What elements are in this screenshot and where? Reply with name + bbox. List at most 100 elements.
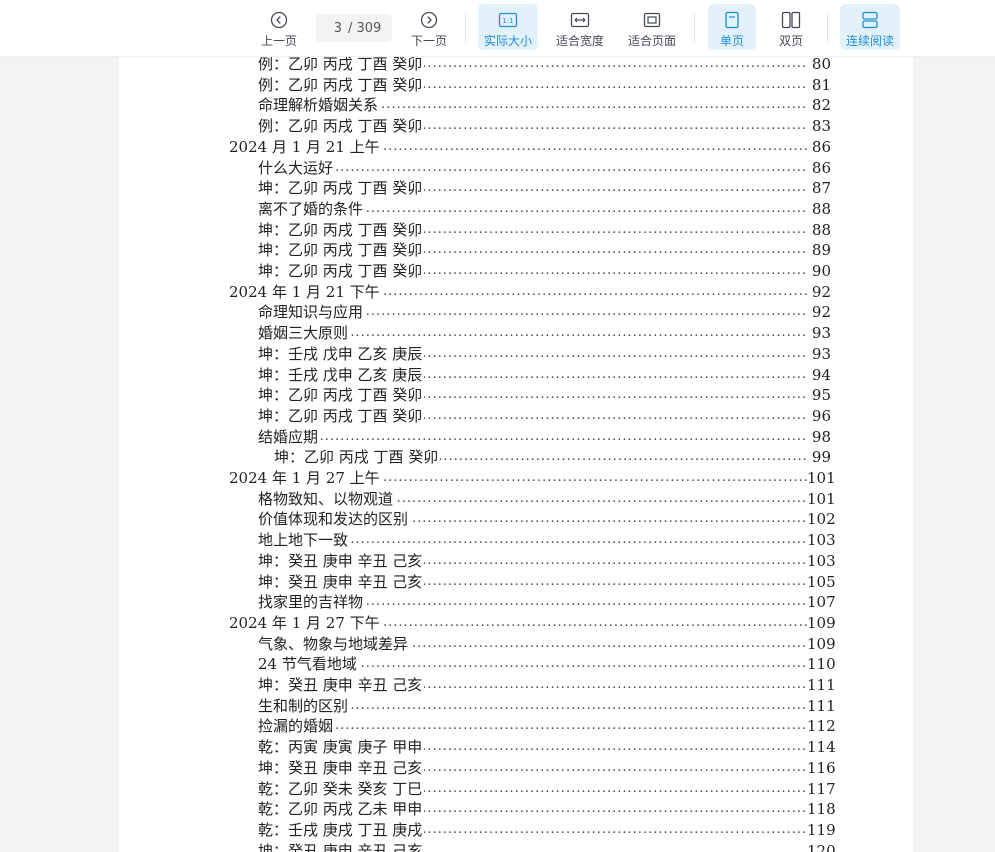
toc-entry[interactable]: ........................................… <box>258 716 836 737</box>
toc-entry-title: 坤：癸丑 庚申 辛丑 己亥 <box>258 571 425 592</box>
toc-entry[interactable]: ........................................… <box>258 799 836 820</box>
toc-entry-title: 坤：乙卯 丙戌 丁酉 癸卯 <box>258 261 425 281</box>
toc-entry-page: 110 <box>807 654 836 675</box>
toc-entry[interactable]: ........................................… <box>258 54 831 74</box>
toc-entry[interactable]: ........................................… <box>258 219 831 240</box>
toc-entry-title: 坤：乙卯 丙戌 丁酉 癸卯 <box>274 447 441 468</box>
toc-entry[interactable]: ........................................… <box>258 840 836 852</box>
toc-entry[interactable]: ........................................… <box>258 74 831 95</box>
toolbar-divider <box>694 14 695 42</box>
toc-entry[interactable]: ........................................… <box>258 737 836 758</box>
toc-entry[interactable]: ........................................… <box>258 592 836 613</box>
toc-entry-title: 什么大运好 <box>258 157 336 178</box>
toc-entry-page: 111 <box>807 695 836 716</box>
toc-entry-title: 坤：乙卯 丙戌 丁酉 癸卯 <box>258 178 425 199</box>
single-page-button[interactable]: 单页 <box>708 4 756 50</box>
toc-entry-page: 114 <box>807 737 836 758</box>
toc-entry-title: 结婚应期 <box>258 426 321 447</box>
toc-entry[interactable]: ........................................… <box>258 116 831 137</box>
toc-entry[interactable]: ........................................… <box>258 571 836 592</box>
toc-entry[interactable]: ........................................… <box>258 695 836 716</box>
fit-width-button[interactable]: 适合宽度 <box>550 4 610 50</box>
toc-entry-page: 109 <box>807 633 836 654</box>
toc-entry-title: 2024 月 1 月 21 上午 <box>229 136 382 157</box>
toc-entry[interactable]: ........................................… <box>258 343 831 364</box>
fit-page-button[interactable]: 适合页面 <box>622 4 682 50</box>
toc-entry-page: 103 <box>807 530 836 551</box>
toc-entry-page: 82 <box>807 95 831 116</box>
toc-entry[interactable]: ........................................… <box>258 530 836 551</box>
toc-entry[interactable]: ........................................… <box>258 385 831 406</box>
toc-entry[interactable]: ........................................… <box>258 323 831 344</box>
toc-leader-dots: ........................................… <box>258 718 807 734</box>
toc-entry[interactable]: ........................................… <box>274 447 831 468</box>
toc-entry[interactable]: ........................................… <box>258 509 836 530</box>
toc-entry[interactable]: ........................................… <box>229 281 831 302</box>
toc-entry[interactable]: ........................................… <box>258 95 831 116</box>
toc-entry[interactable]: ........................................… <box>258 778 836 799</box>
toc-entry[interactable]: ........................................… <box>258 757 836 778</box>
fit-page-icon <box>642 10 662 30</box>
toc-entry-page: 109 <box>807 612 836 633</box>
toc-entry[interactable]: ........................................… <box>258 198 831 219</box>
toc-entry[interactable]: ........................................… <box>258 178 831 199</box>
toc-entry[interactable]: ........................................… <box>258 405 831 426</box>
prev-page-button[interactable]: 上一页 <box>256 4 302 50</box>
svg-text:1:1: 1:1 <box>502 17 513 25</box>
toc-entry-page: 96 <box>807 405 831 426</box>
toolbar-divider <box>465 14 466 42</box>
toc-entry-title: 价值体现和发达的区别 <box>258 509 411 530</box>
continuous-reading-label: 连续阅读 <box>845 34 894 48</box>
continuous-scroll-icon <box>860 10 880 30</box>
toc-entry-page: 83 <box>807 116 831 137</box>
toc-entry-title: 坤：乙卯 丙戌 丁酉 癸卯 <box>258 219 425 240</box>
toc-entry[interactable]: ........................................… <box>258 240 831 261</box>
toc-entry[interactable]: ........................................… <box>258 633 836 654</box>
toc-entry-title: 婚姻三大原则 <box>258 323 351 344</box>
next-page-button[interactable]: 下一页 <box>406 4 452 50</box>
toc-entry[interactable]: ........................................… <box>258 364 831 385</box>
toc-entry[interactable]: ........................................… <box>258 654 836 675</box>
toc-entry-title: 坤：壬戌 戊申 乙亥 庚辰 <box>258 364 425 385</box>
toc-entry-page: 111 <box>807 675 836 695</box>
toc-entry-title: 格物致知、以物观道 <box>258 488 396 509</box>
toc-entry-title: 乾：壬戌 庚戌 丁丑 庚戌 <box>258 819 425 840</box>
toc-entry[interactable]: ........................................… <box>258 426 831 447</box>
toc-entry[interactable]: ........................................… <box>258 488 836 509</box>
toc-entry-title: 捡漏的婚姻 <box>258 716 336 737</box>
toc-entry[interactable]: ........................................… <box>229 468 836 488</box>
toc-entry-page: 86 <box>807 136 831 157</box>
toc-entry[interactable]: ........................................… <box>258 675 836 695</box>
toc-entry-title: 找家里的吉祥物 <box>258 592 366 613</box>
toc-entry[interactable]: ........................................… <box>229 612 836 633</box>
toc-entry-page: 92 <box>807 281 831 302</box>
toc-leader-dots: ........................................… <box>258 159 807 175</box>
toc-entry-page: 118 <box>807 799 836 820</box>
toc-entry-page: 99 <box>807 447 831 468</box>
total-pages: / 309 <box>348 20 382 36</box>
toc-entry[interactable]: ........................................… <box>258 302 831 323</box>
toc-entry-page: 117 <box>807 778 836 799</box>
toc-entry-title: 坤：乙卯 丙戌 丁酉 癸卯 <box>258 405 425 426</box>
toc-entry-title: 地上地下一致 <box>258 530 351 551</box>
toc-entry[interactable]: ........................................… <box>229 136 831 157</box>
continuous-reading-button[interactable]: 连续阅读 <box>840 4 900 50</box>
page-number-box: 3 / 309 <box>316 14 392 42</box>
toc-entry[interactable]: ........................................… <box>258 157 831 178</box>
toc-entry-page: 98 <box>807 426 831 447</box>
toolbar: 上一页 3 / 309 下一页 1:1 实际大小 适合宽度 适合页面 单页 双页… <box>0 0 995 57</box>
toc-entry[interactable]: ........................................… <box>258 261 831 281</box>
prev-page-label: 上一页 <box>260 34 297 48</box>
actual-size-button[interactable]: 1:1 实际大小 <box>478 4 538 50</box>
toc-entry-page: 87 <box>807 178 831 199</box>
toc-entry-title: 坤：乙卯 丙戌 丁酉 癸卯 <box>258 240 425 261</box>
toc-entry[interactable]: ........................................… <box>258 550 836 571</box>
current-page-input[interactable]: 3 <box>316 21 348 36</box>
toc-leader-dots: ........................................… <box>258 428 807 444</box>
next-page-label: 下一页 <box>410 34 447 48</box>
toc-entry[interactable]: ........................................… <box>258 819 836 840</box>
toc-entry-page: 80 <box>807 54 831 74</box>
toc-entry-page: 94 <box>807 364 831 385</box>
double-page-button[interactable]: 双页 <box>767 4 815 50</box>
toc-entry-title: 2024 年 1 月 27 下午 <box>229 612 382 633</box>
